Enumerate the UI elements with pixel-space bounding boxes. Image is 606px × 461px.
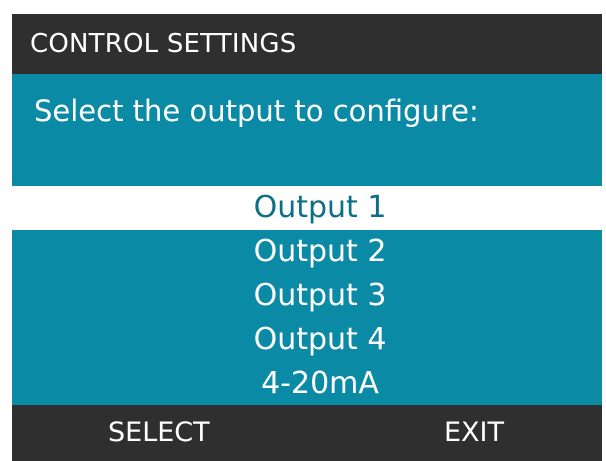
output-menu: Output 1 Output 2 Output 3 Output 4 4-20… bbox=[12, 186, 602, 406]
device-screen: CONTROL SETTINGS Select the output to co… bbox=[12, 14, 602, 461]
title-bar: CONTROL SETTINGS bbox=[12, 14, 602, 74]
menu-item-output-2[interactable]: Output 2 bbox=[12, 230, 602, 274]
softkey-bar: SELECT EXIT bbox=[12, 405, 602, 461]
exit-softkey[interactable]: EXIT bbox=[444, 405, 504, 461]
menu-item-output-1[interactable]: Output 1 bbox=[12, 186, 602, 230]
menu-item-output-3[interactable]: Output 3 bbox=[12, 274, 602, 318]
screen-title: CONTROL SETTINGS bbox=[30, 29, 297, 59]
menu-item-output-4[interactable]: Output 4 bbox=[12, 318, 602, 362]
instruction-text: Select the output to configure: bbox=[34, 94, 479, 128]
menu-item-4-20ma[interactable]: 4-20mA bbox=[12, 362, 602, 406]
select-softkey[interactable]: SELECT bbox=[108, 405, 210, 461]
